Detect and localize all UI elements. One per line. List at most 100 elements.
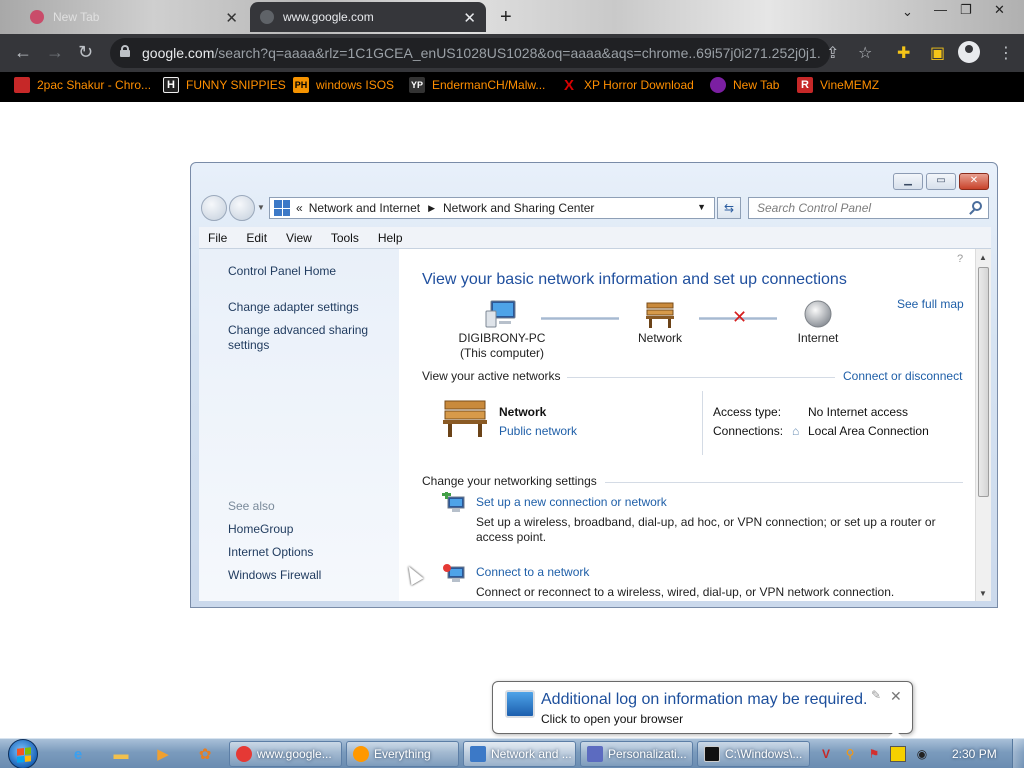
taskbar-button-chrome[interactable]: www.google... <box>229 741 342 767</box>
taskbar-button-cmd[interactable]: C:\Windows\... <box>697 741 810 767</box>
bookmark-item[interactable]: X XP Horror Download <box>561 77 694 94</box>
bookmark-item[interactable]: H FUNNY SNIPPIES <box>163 77 286 93</box>
connect-or-disconnect-link[interactable]: Connect or disconnect <box>843 369 962 383</box>
map-node-internet[interactable]: Internet <box>783 299 853 346</box>
back-button[interactable] <box>201 195 227 221</box>
tab-search-chevron-icon[interactable]: ⌄ <box>902 4 913 20</box>
extensions-puzzle-icon[interactable]: ✚ <box>897 43 910 63</box>
minimize-button[interactable]: ▁ <box>893 173 923 190</box>
forward-button[interactable] <box>229 195 255 221</box>
main-pane: ? View your basic network information an… <box>399 249 975 601</box>
internet-explorer-icon[interactable]: e <box>67 744 89 764</box>
tab-google[interactable]: www.google.com ✕ <box>250 2 486 32</box>
bookmark-item[interactable]: 2pac Shakur - Chro... <box>14 77 151 93</box>
share-icon[interactable]: ⇪ <box>826 43 839 63</box>
address-breadcrumb[interactable]: « Network and Internet ▶ Network and Sha… <box>269 197 715 219</box>
menu-view[interactable]: View <box>277 231 322 245</box>
notification-balloon[interactable]: Additional log on information may be req… <box>492 681 913 734</box>
close-tab-icon[interactable]: ✕ <box>225 9 238 27</box>
forward-arrow-icon[interactable]: → <box>46 42 64 63</box>
public-network-link[interactable]: Public network <box>499 424 577 438</box>
breadcrumb-overflow[interactable]: « <box>296 201 303 215</box>
tray-volume-icon[interactable]: ◉ <box>914 746 930 762</box>
address-bar[interactable]: google.com/search?q=aaaa&rlz=1C1GCEA_enU… <box>110 38 830 68</box>
tab-title: www.google.com <box>283 10 374 24</box>
connect-to-network-icon <box>443 564 465 582</box>
divider <box>702 391 703 455</box>
refresh-button[interactable]: ⇆ <box>717 197 741 219</box>
profile-avatar-icon[interactable] <box>958 41 980 63</box>
menu-tools[interactable]: Tools <box>322 231 369 245</box>
explorer-folder-icon[interactable]: ▬ <box>110 744 132 764</box>
new-tab-plus-icon[interactable]: + <box>500 6 512 29</box>
menu-help[interactable]: Help <box>369 231 413 245</box>
search-placeholder: Search Control Panel <box>757 201 872 215</box>
scroll-down-icon[interactable]: ▼ <box>979 589 987 598</box>
reload-icon[interactable]: ↻ <box>78 42 93 63</box>
minimize-icon[interactable]: — <box>934 2 947 17</box>
bookmark-item[interactable]: R VineMEMZ <box>797 77 879 93</box>
breadcrumb-network-sharing-center[interactable]: Network and Sharing Center <box>443 201 594 215</box>
connect-to-network-link[interactable]: Connect to a network <box>476 565 589 579</box>
bookmark-item[interactable]: PH windows ISOS <box>293 77 394 93</box>
maximize-button[interactable]: ▭ <box>926 173 956 190</box>
bench-network-icon[interactable] <box>440 397 490 439</box>
scroll-up-icon[interactable]: ▲ <box>979 253 987 262</box>
internet-options-link[interactable]: Internet Options <box>228 545 313 560</box>
map-node-computer[interactable]: DIGIBRONY-PC (This computer) <box>454 299 550 361</box>
breadcrumb-network-and-internet[interactable]: Network and Internet <box>309 201 420 215</box>
taskbar-button-network[interactable]: Network and ... <box>463 741 576 767</box>
bookmark-star-icon[interactable]: ☆ <box>858 43 872 63</box>
control-panel-home-link[interactable]: Control Panel Home <box>228 264 336 279</box>
balloon-subtitle[interactable]: Click to open your browser <box>541 712 683 726</box>
help-icon[interactable]: ? <box>957 253 963 265</box>
close-button[interactable]: ✕ <box>959 173 989 190</box>
scroll-thumb[interactable] <box>978 267 989 497</box>
taskbar-button-everything[interactable]: Everything <box>346 741 459 767</box>
options-icon[interactable]: ✎ <box>871 688 881 702</box>
tray-network-warning-icon[interactable] <box>890 746 906 762</box>
local-area-connection-link[interactable]: Local Area Connection <box>808 424 929 438</box>
back-arrow-icon[interactable]: ← <box>14 42 32 63</box>
setup-new-connection-link[interactable]: Set up a new connection or network <box>476 495 667 509</box>
breadcrumb-arrow-icon[interactable]: ▶ <box>428 203 435 214</box>
close-tab-icon[interactable]: ✕ <box>463 9 476 27</box>
recent-pages-chevron-icon[interactable]: ▼ <box>257 203 265 212</box>
tray-flag-icon[interactable]: ⚑ <box>866 746 882 762</box>
start-button[interactable] <box>8 739 38 768</box>
media-player-icon[interactable]: ▶ <box>152 744 174 764</box>
windows-firewall-link[interactable]: Windows Firewall <box>228 568 321 583</box>
chrome-menu-icon[interactable]: ⋮ <box>998 43 1014 63</box>
search-icon[interactable] <box>972 201 982 211</box>
map-node-network[interactable]: Network <box>625 299 695 346</box>
show-desktop-button[interactable] <box>1012 739 1024 768</box>
paint-icon[interactable]: ✿ <box>194 744 216 764</box>
see-full-map-link[interactable]: See full map <box>897 297 964 311</box>
menu-edit[interactable]: Edit <box>237 231 277 245</box>
new-tab-favicon-icon <box>30 10 44 24</box>
balloon-title[interactable]: Additional log on information may be req… <box>541 691 867 709</box>
tray-v-icon[interactable]: V <box>818 746 834 762</box>
homegroup-link[interactable]: HomeGroup <box>228 522 293 537</box>
access-type-label: Access type: <box>713 405 782 419</box>
change-advanced-sharing-link[interactable]: Change advanced sharing settings <box>228 323 378 353</box>
change-adapter-settings-link[interactable]: Change adapter settings <box>228 300 359 315</box>
address-dropdown-icon[interactable]: ▼ <box>697 202 706 212</box>
tab-new-tab[interactable]: New Tab ✕ <box>20 2 248 32</box>
vertical-scrollbar[interactable]: ▲ ▼ <box>975 249 991 601</box>
bookmark-item[interactable]: YP EndermanCH/Malw... <box>409 77 545 93</box>
restore-icon[interactable]: ❐ <box>960 2 972 18</box>
side-panel-icon[interactable]: ▣ <box>930 43 945 63</box>
url-domain: google.com <box>142 45 215 61</box>
search-control-panel-input[interactable]: Search Control Panel <box>748 197 989 219</box>
no-connection-x-icon[interactable]: ✕ <box>732 307 747 328</box>
close-window-icon[interactable]: ✕ <box>994 2 1005 18</box>
close-icon[interactable]: ✕ <box>890 688 902 705</box>
bookmark-item[interactable]: New Tab <box>710 77 779 93</box>
clock[interactable]: 2:30 PM <box>952 747 997 761</box>
url-text[interactable]: google.com/search?q=aaaa&rlz=1C1GCEA_enU… <box>142 45 822 61</box>
menu-file[interactable]: File <box>199 231 237 245</box>
tray-search-icon[interactable]: ⚲ <box>842 746 858 762</box>
taskbar-button-personalization[interactable]: Personalizati... <box>580 741 693 767</box>
lock-icon[interactable] <box>120 45 130 57</box>
